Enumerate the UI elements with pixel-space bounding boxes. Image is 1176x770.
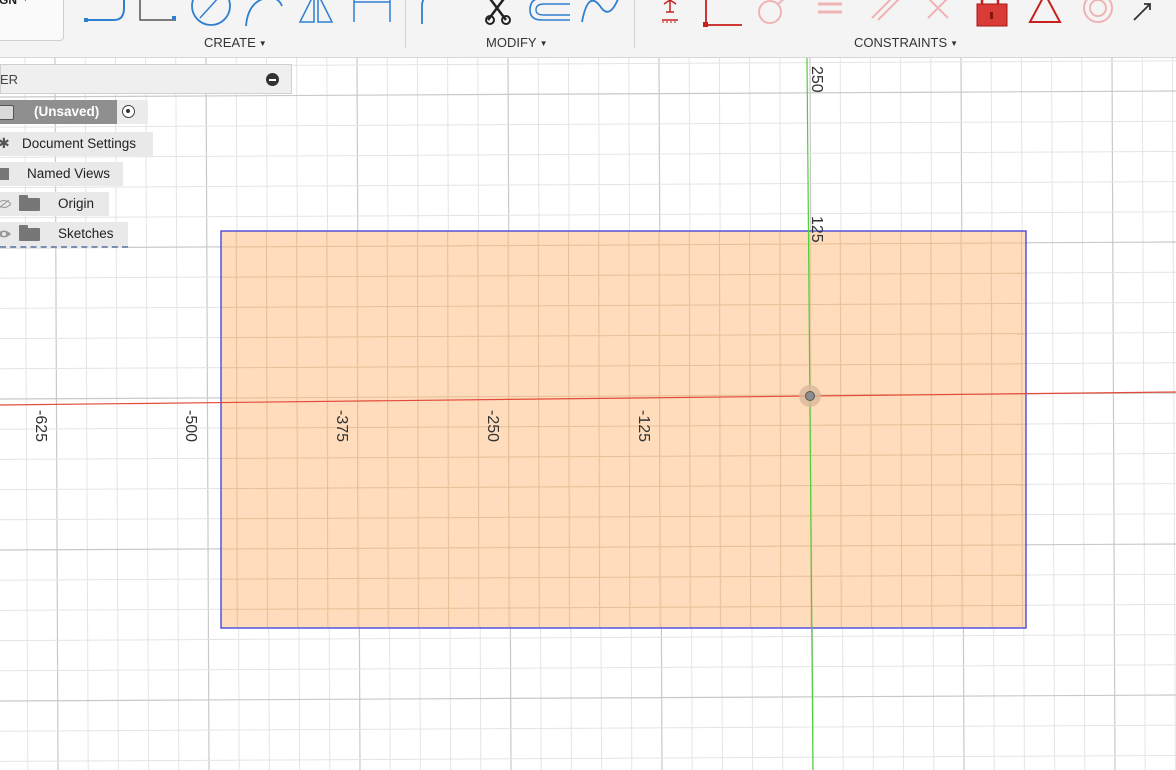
constraints-caret-icon: ▼ bbox=[950, 39, 959, 48]
perpendicular-icon[interactable] bbox=[700, 0, 746, 28]
browser-item-document-settings[interactable]: ✱ Document Settings bbox=[0, 132, 153, 156]
toolbar-divider bbox=[405, 0, 406, 48]
component-icon bbox=[0, 105, 14, 120]
grid-line bbox=[0, 664, 1176, 672]
concentric-icon[interactable] bbox=[1082, 0, 1128, 28]
browser-item-label: Named Views bbox=[27, 166, 111, 181]
workspace-caret-icon: ▼ bbox=[21, 0, 30, 3]
axis-tick-label: 250 bbox=[808, 66, 825, 93]
axis-tick-label: -125 bbox=[635, 410, 652, 442]
browser-item-label: Document Settings bbox=[22, 136, 137, 151]
axis-tick-label: -375 bbox=[333, 410, 350, 442]
eye-hidden-icon[interactable] bbox=[0, 199, 11, 209]
toolbar: GN ▼ CREATE▼ MODIFY▼ bbox=[0, 0, 1176, 58]
sketch-canvas[interactable]: -625 -500 -375 -250 -125 250 125 bbox=[0, 58, 1176, 770]
browser-header: ER bbox=[0, 64, 292, 94]
equal-icon[interactable] bbox=[816, 0, 862, 28]
spline-tool-icon[interactable] bbox=[580, 0, 626, 28]
offset-tool-icon[interactable] bbox=[526, 0, 572, 28]
gear-icon: ✱ bbox=[0, 135, 10, 151]
folder-icon bbox=[19, 225, 40, 241]
eye-icon[interactable] bbox=[0, 229, 11, 239]
grid-line bbox=[175, 58, 180, 770]
constraints-menu[interactable]: CONSTRAINTS ▼ bbox=[854, 35, 958, 50]
parallel-icon[interactable] bbox=[870, 0, 916, 28]
line-tool-icon[interactable] bbox=[84, 0, 130, 28]
grid-line bbox=[205, 58, 210, 770]
modify-caret-icon: ▼ bbox=[539, 39, 548, 48]
tangent-icon[interactable] bbox=[754, 0, 800, 28]
sketch-grid: -625 -500 -375 -250 -125 250 125 bbox=[0, 58, 1176, 770]
modify-menu[interactable]: MODIFY ▼ bbox=[486, 35, 547, 50]
origin-point bbox=[805, 391, 815, 401]
workspace-label: GN bbox=[0, 0, 17, 7]
collapse-panel-icon[interactable] bbox=[266, 73, 279, 86]
arc-tool-icon[interactable] bbox=[242, 0, 288, 28]
rectangle-tool-icon[interactable] bbox=[136, 0, 182, 28]
toolbar-divider bbox=[634, 0, 635, 48]
collinear-icon[interactable] bbox=[922, 0, 968, 28]
create-menu[interactable]: CREATE ▼ bbox=[204, 35, 267, 50]
activate-radio-icon[interactable] bbox=[122, 105, 135, 118]
browser-title: ER bbox=[0, 72, 19, 87]
grid-line bbox=[0, 724, 1176, 732]
sketch-dimension-icon[interactable] bbox=[1130, 0, 1176, 28]
coincident-icon[interactable] bbox=[658, 0, 704, 28]
grid-line bbox=[1111, 58, 1116, 770]
grid-line bbox=[0, 754, 1176, 762]
trim-tool-icon[interactable] bbox=[480, 0, 526, 28]
grid-line bbox=[0, 634, 1176, 642]
browser-item-named-views[interactable]: Named Views bbox=[0, 162, 123, 186]
axis-tick-label: -500 bbox=[182, 410, 199, 442]
grid-line bbox=[0, 694, 1176, 702]
dimension-tool-icon[interactable] bbox=[350, 0, 396, 28]
create-caret-icon: ▼ bbox=[258, 39, 267, 48]
folder-icon bbox=[0, 168, 9, 180]
fillet-tool-icon[interactable] bbox=[418, 0, 464, 28]
root-node-label: (Unsaved) bbox=[34, 104, 100, 119]
modify-menu-label: MODIFY bbox=[486, 35, 537, 50]
create-menu-label: CREATE bbox=[204, 35, 256, 50]
constraints-menu-label: CONSTRAINTS bbox=[854, 35, 948, 50]
browser-item-label: Origin bbox=[58, 196, 95, 211]
browser-item-sketches[interactable]: Sketches bbox=[0, 222, 128, 248]
axis-tick-label: 125 bbox=[808, 216, 825, 243]
grid-line bbox=[1141, 58, 1146, 770]
browser-item-origin[interactable]: Origin bbox=[0, 192, 109, 216]
grid-line bbox=[1171, 58, 1176, 770]
browser-root-node[interactable]: (Unsaved) bbox=[0, 100, 148, 124]
grid-line bbox=[1051, 58, 1056, 770]
fix-lock-icon[interactable] bbox=[974, 0, 1020, 28]
grid-line bbox=[1081, 58, 1086, 770]
axis-tick-label: -625 bbox=[32, 410, 49, 442]
mirror-tool-icon[interactable] bbox=[296, 0, 342, 28]
workspace-switcher[interactable]: GN ▼ bbox=[0, 0, 64, 41]
grid-line bbox=[145, 58, 150, 770]
browser-item-label: Sketches bbox=[58, 226, 114, 241]
folder-icon bbox=[19, 195, 40, 211]
symmetric-icon[interactable] bbox=[1028, 0, 1074, 28]
circle-tool-icon[interactable] bbox=[190, 0, 236, 28]
axis-tick-label: -250 bbox=[484, 410, 501, 442]
